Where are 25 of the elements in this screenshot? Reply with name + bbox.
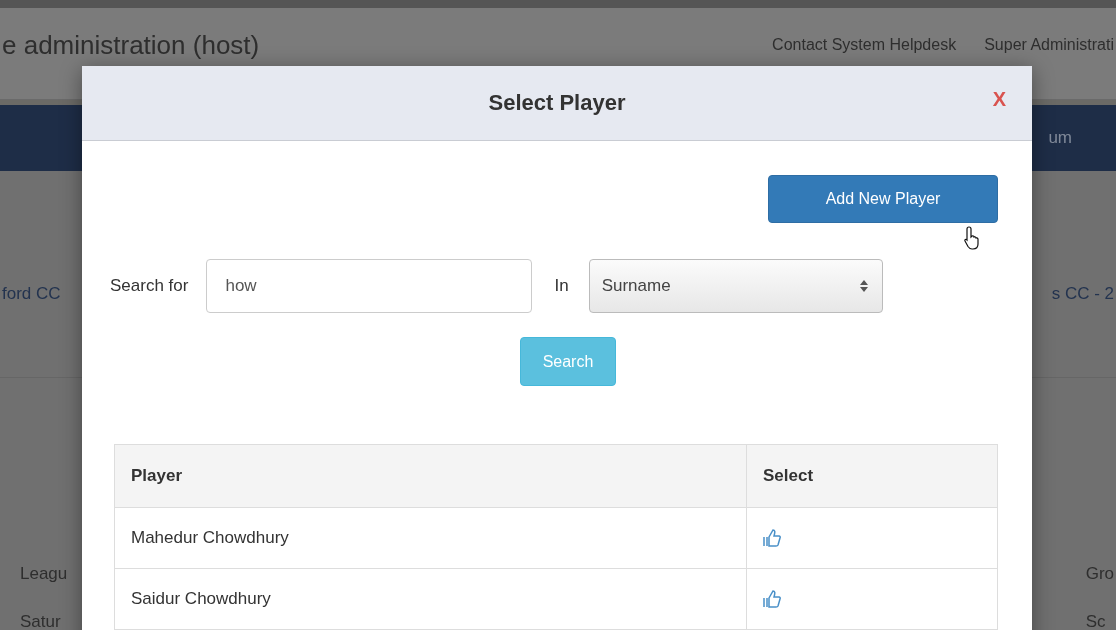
team-name: ford CC bbox=[2, 284, 61, 304]
nav-item[interactable]: um bbox=[1048, 128, 1072, 148]
detail-label: Leagu bbox=[20, 564, 68, 584]
table-cell: Mahedur Chowdhury bbox=[114, 507, 747, 569]
detail-label: Satur bbox=[20, 612, 62, 630]
select-arrows-icon bbox=[859, 280, 868, 292]
thumbs-up-icon[interactable] bbox=[763, 529, 781, 547]
dialog-title: Select Player bbox=[488, 90, 626, 116]
search-button[interactable]: Search bbox=[520, 337, 616, 386]
in-label: In bbox=[554, 276, 569, 296]
detail-label: Sc bbox=[1085, 612, 1107, 630]
site-title: e administration (host) bbox=[2, 30, 261, 61]
search-for-label: Search for bbox=[110, 276, 189, 296]
thumbs-up-icon[interactable] bbox=[763, 590, 781, 608]
column-header: Select bbox=[746, 444, 998, 508]
field-select[interactable]: Surname bbox=[588, 259, 883, 313]
table-cell: Saidur Chowdhury bbox=[114, 568, 747, 630]
header-link[interactable]: Contact System Helpdesk bbox=[772, 36, 957, 54]
close-button[interactable]: X bbox=[992, 88, 1006, 111]
detail-label: Gro bbox=[1085, 564, 1114, 584]
header-link[interactable]: Super Administrati bbox=[984, 36, 1114, 54]
team-name: s CC - 2 bbox=[1051, 284, 1114, 304]
search-field[interactable]: how bbox=[206, 259, 533, 313]
add-new-player-button[interactable]: Add New Player bbox=[768, 175, 998, 223]
column-header: Player bbox=[114, 444, 747, 508]
